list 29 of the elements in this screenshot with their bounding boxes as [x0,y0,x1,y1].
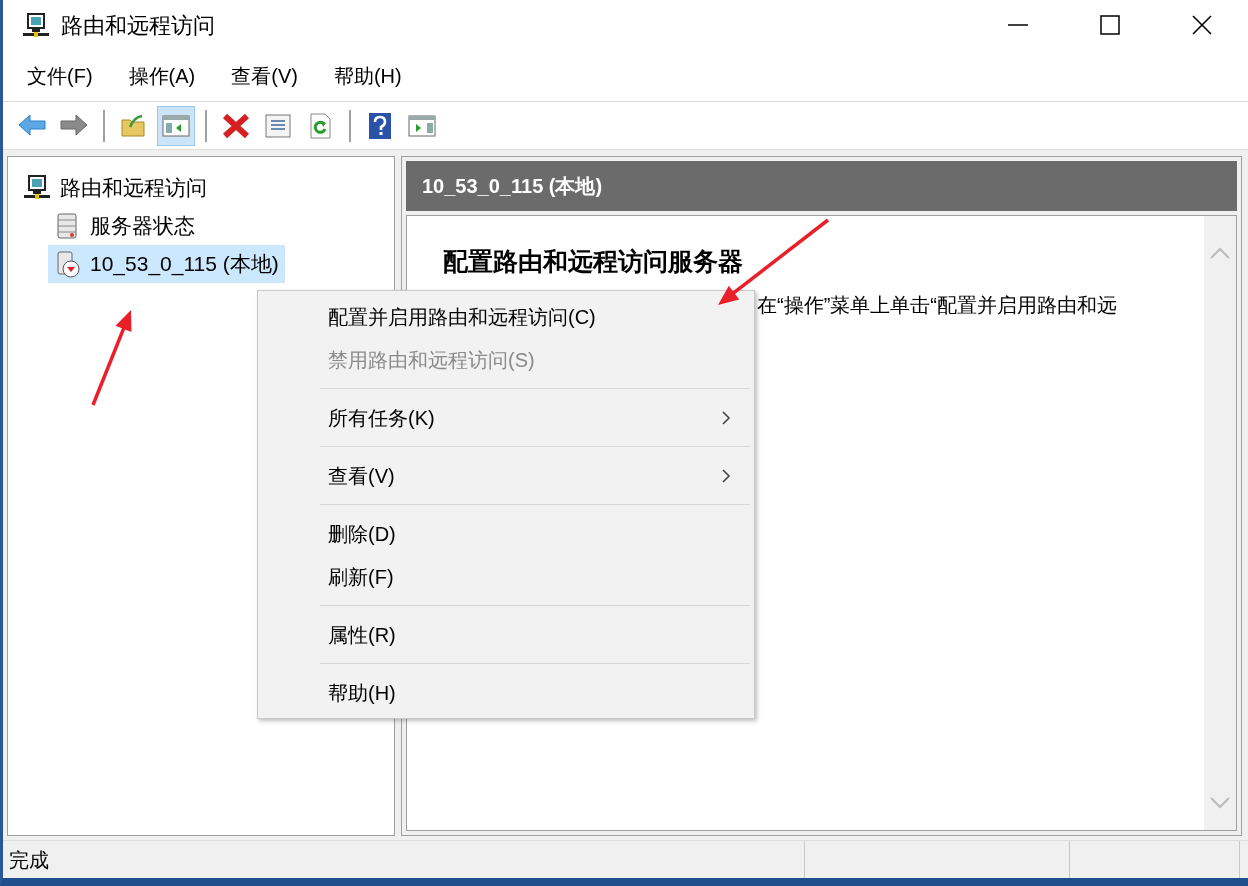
menu-item[interactable]: 操作(A) [114,56,210,95]
menu-item[interactable]: 删除(D) [260,512,752,555]
menu-item[interactable]: 所有任务(K) [260,396,752,439]
details-text: 在“操作”菜单上单击“配置并启用路由和远 [757,293,1118,318]
status-text: 完成 [3,841,805,878]
menu-item[interactable]: 帮助(H) [260,671,752,714]
scrollbar[interactable] [1204,216,1236,830]
details-heading: 配置路由和远程访问服务器 [443,246,744,276]
scroll-up-icon[interactable] [1209,246,1231,260]
menu-item[interactable]: 配置并启用路由和远程访问(C) [260,295,752,338]
scroll-down-icon[interactable] [1209,796,1231,810]
app-icon [21,12,51,38]
window-title: 路由和远程访问 [61,11,215,40]
minimize-icon [1008,24,1028,26]
tree-item[interactable]: 服务器状态 [48,207,201,245]
close-icon [1192,15,1212,35]
routing-icon [22,174,52,202]
menu-item[interactable]: 刷新(F) [260,555,752,598]
server-icon [54,250,82,278]
menu-item[interactable]: 帮助(H) [319,56,416,95]
menu-item[interactable]: 查看(V) [260,454,752,497]
menu-item[interactable]: 属性(R) [260,613,752,656]
tree-item[interactable]: 路由和远程访问 [16,169,213,207]
maximize-icon [1100,15,1120,35]
pane-header: 10_53_0_115 (本地) [406,161,1237,211]
menu-item[interactable]: 文件(F) [13,56,107,95]
tree-item[interactable]: 10_53_0_115 (本地) [48,245,285,283]
console-tree-button[interactable] [157,105,195,146]
menu-item[interactable]: 查看(V) [217,56,312,95]
